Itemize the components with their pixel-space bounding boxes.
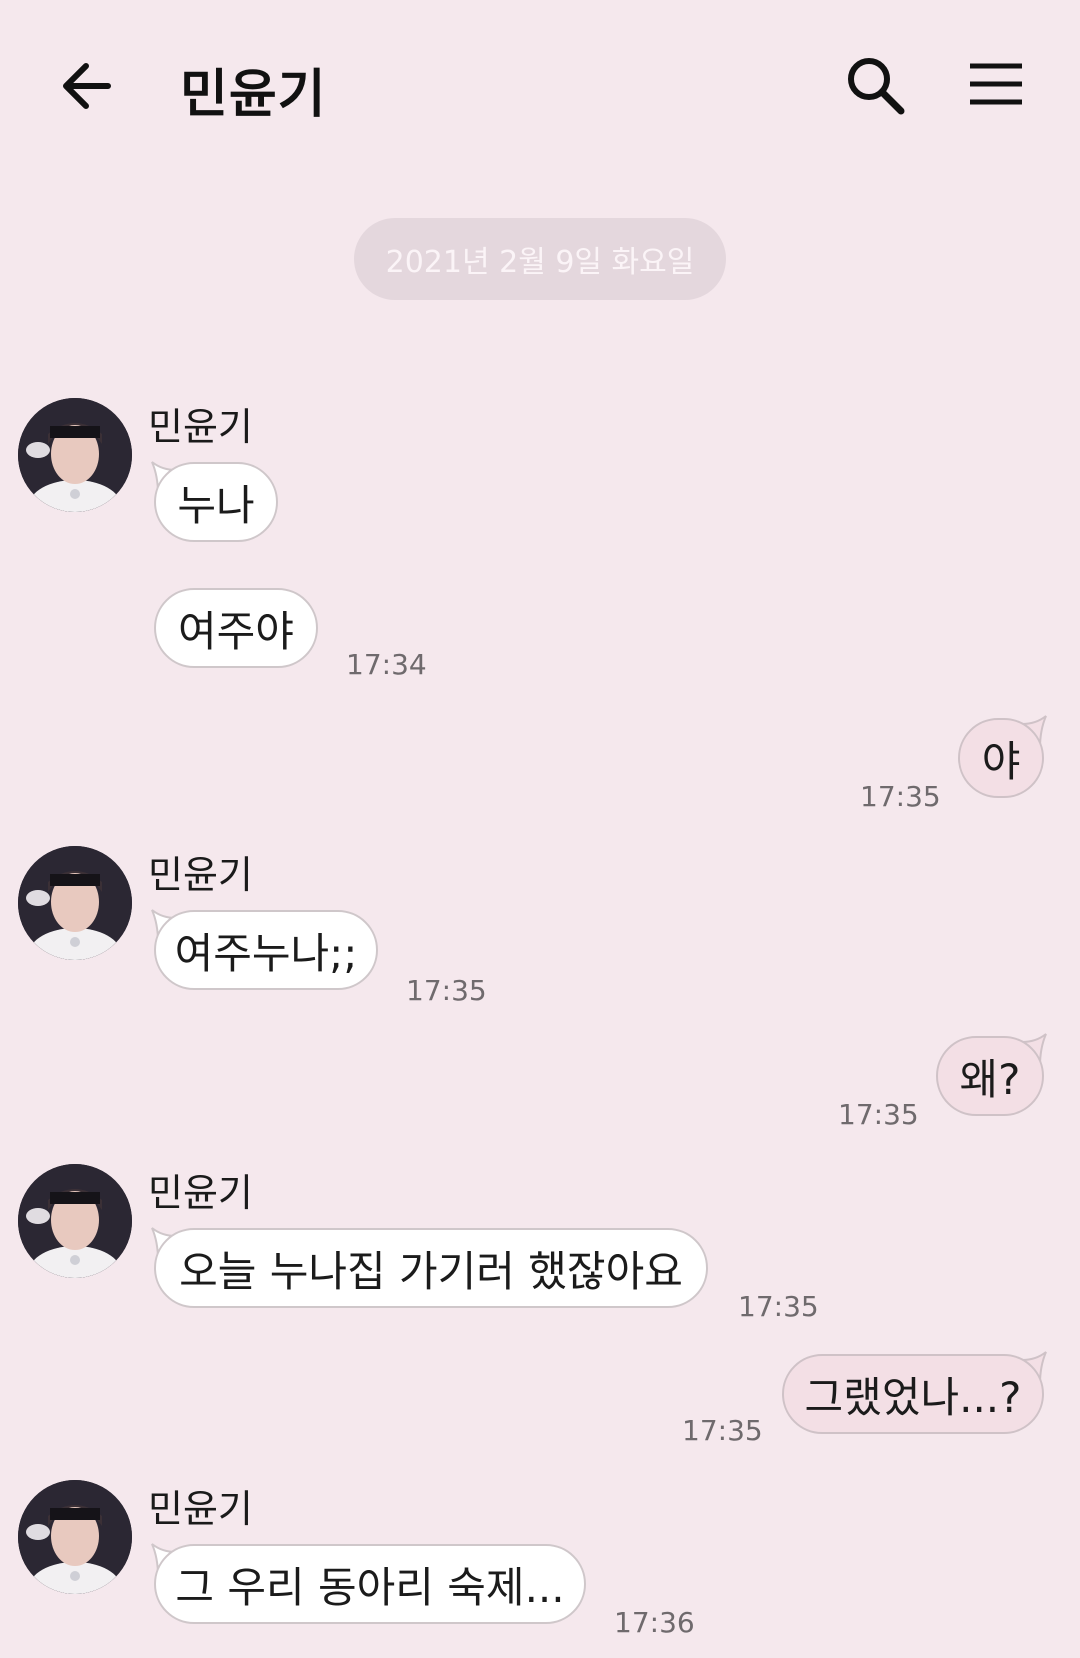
- message-bubble[interactable]: 그 우리 동아리 숙제...: [154, 1544, 586, 1624]
- avatar[interactable]: [18, 846, 132, 960]
- sender-name: 민윤기: [148, 853, 253, 897]
- message-time: 17:35: [406, 974, 487, 1007]
- profile-photo-icon: [18, 846, 132, 960]
- menu-button[interactable]: [968, 60, 1024, 108]
- search-icon: [848, 58, 905, 115]
- avatar[interactable]: [18, 1480, 132, 1594]
- message-bubble[interactable]: 여주누나;;: [154, 910, 378, 990]
- message-time: 17:36: [614, 1606, 695, 1639]
- message-bubble[interactable]: 그랬었나...?: [782, 1354, 1044, 1434]
- message-time: 17:34: [346, 648, 427, 681]
- menu-icon: [970, 63, 1022, 105]
- profile-photo-icon: [18, 1480, 132, 1594]
- message-time: 17:35: [738, 1290, 819, 1323]
- message-time: 17:35: [860, 780, 941, 813]
- message-bubble[interactable]: 누나: [154, 462, 278, 542]
- chat-header: 민윤기: [0, 0, 1080, 170]
- back-button[interactable]: [58, 58, 118, 114]
- message-bubble[interactable]: 오늘 누나집 가기러 했잖아요: [154, 1228, 708, 1308]
- sender-name: 민윤기: [148, 1171, 253, 1215]
- message-time: 17:35: [682, 1414, 763, 1447]
- sender-name: 민윤기: [148, 405, 253, 449]
- message-bubble[interactable]: 여주야: [154, 588, 318, 668]
- back-arrow-icon: [63, 63, 111, 109]
- message-bubble[interactable]: 야: [958, 718, 1044, 798]
- avatar[interactable]: [18, 398, 132, 512]
- date-divider: 2021년 2월 9일 화요일: [354, 218, 726, 300]
- message-bubble[interactable]: 왜?: [936, 1036, 1044, 1116]
- sender-name: 민윤기: [148, 1487, 253, 1531]
- avatar[interactable]: [18, 1164, 132, 1278]
- message-time: 17:35: [838, 1098, 919, 1131]
- profile-photo-icon: [18, 398, 132, 512]
- search-button[interactable]: [845, 55, 907, 117]
- profile-photo-icon: [18, 1164, 132, 1278]
- chat-title: 민윤기: [180, 65, 327, 125]
